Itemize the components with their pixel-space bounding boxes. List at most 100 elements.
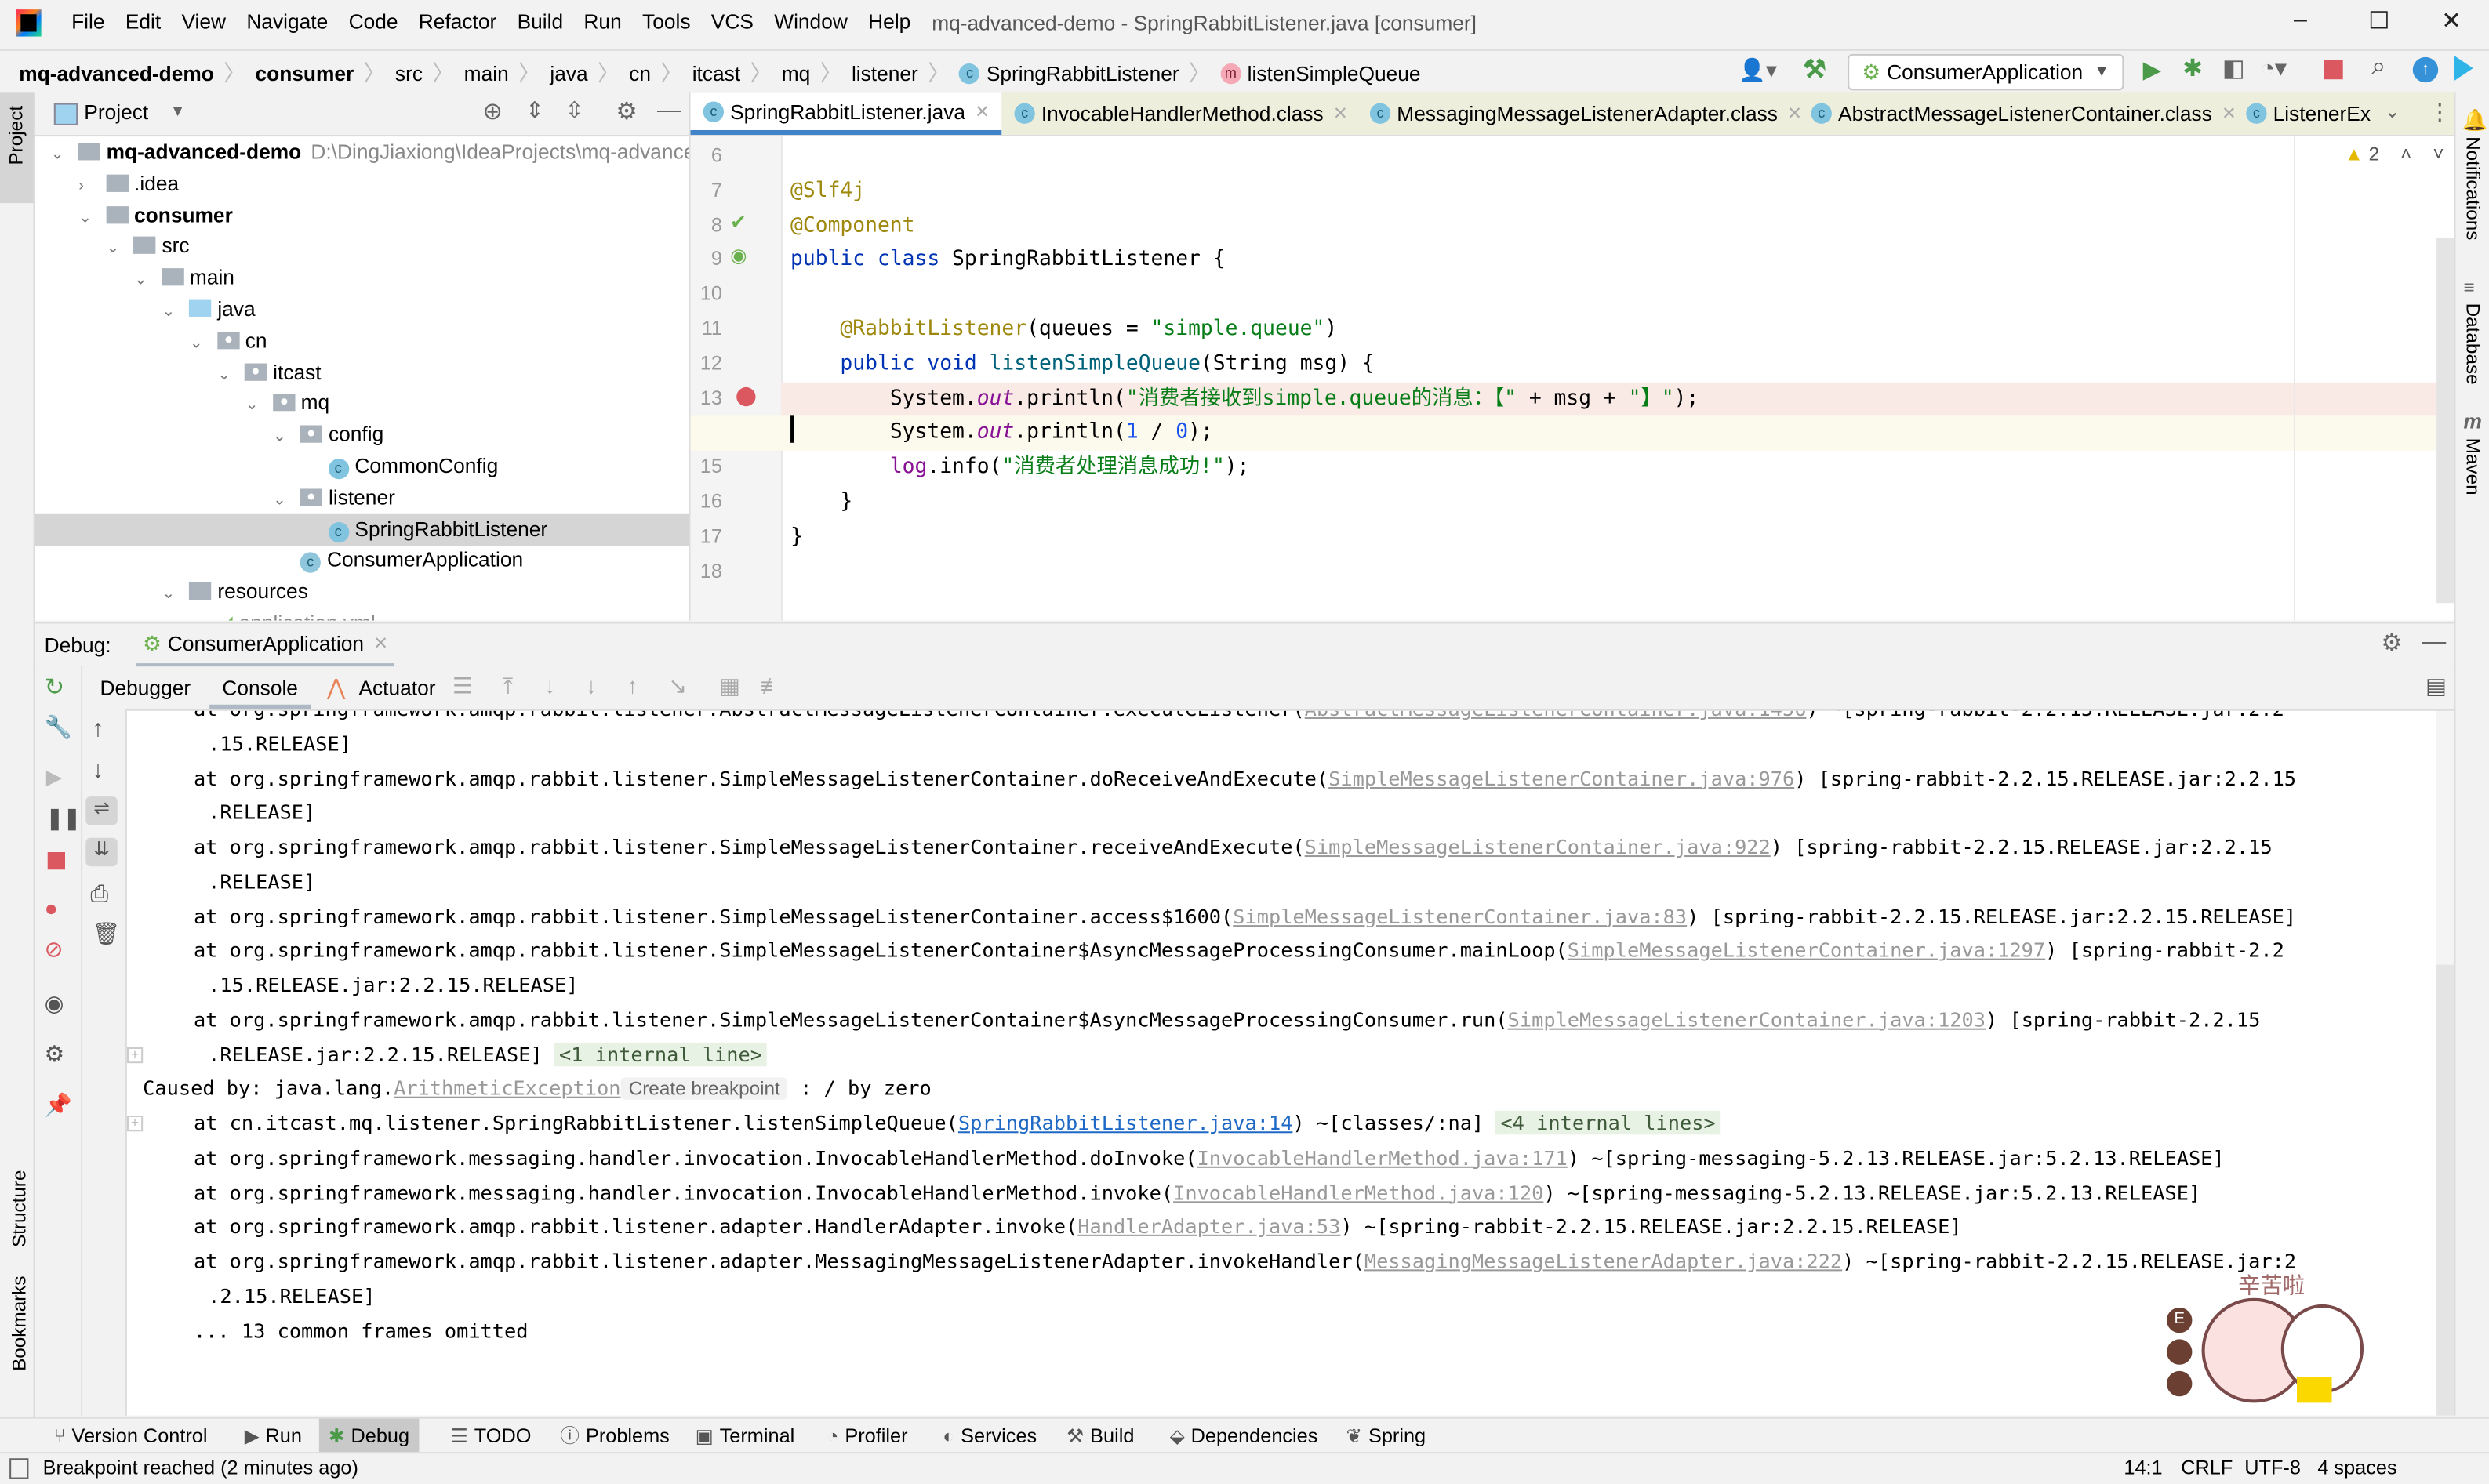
chevron-down-icon[interactable]: ⌄ [190,328,209,360]
line-number[interactable]: 10 [691,283,722,305]
tab-console[interactable]: Console [209,666,311,709]
breadcrumb-item[interactable]: itcast 〉 [692,57,782,89]
scroll-to-end-icon[interactable]: ⇊ [85,837,118,867]
menu-file[interactable]: File [71,9,104,33]
source-link[interactable]: SimpleMessageListenerContainer.java:1203 [1508,1007,1986,1031]
close-button[interactable]: ✕ [2441,6,2461,34]
maven-tool-label[interactable]: Maven [2462,438,2484,495]
notifications-bell-icon[interactable]: 🔔 [2462,108,2488,133]
coverage-icon[interactable]: ◧ [2222,54,2245,82]
tool-window-terminal[interactable]: ▣ Terminal [685,1419,804,1454]
breadcrumb-item[interactable]: m listenSimpleQueue [1220,61,1421,85]
console-scrollbar-thumb[interactable] [2436,964,2454,1416]
tree-item[interactable]: ⌄ resources [35,576,689,608]
chevron-down-icon[interactable]: ⌄ [273,485,292,517]
menu-tools[interactable]: Tools [642,9,690,33]
internal-lines-fold[interactable]: <4 internal lines> [1495,1111,1720,1135]
profile-icon[interactable]: ◔▾ [2260,54,2287,82]
chevron-down-icon[interactable]: ⌄ [134,265,153,296]
debug-session-tab[interactable]: ⚙ ConsumerApplication ✕ [136,624,394,669]
line-number[interactable]: 8 [691,213,722,235]
debug-icon[interactable]: ✱ [2182,54,2202,82]
line-number[interactable]: 7 [691,179,722,201]
source-link[interactable]: SimpleMessageListenerContainer.java:1297 [1568,938,2045,962]
settings-icon[interactable]: ⚙ [45,1041,64,1068]
tool-window-debug[interactable]: ✱ Debug [318,1418,420,1454]
search-icon[interactable]: ⌕ [2371,54,2385,82]
close-icon[interactable]: ✕ [373,633,388,654]
editor-gutter[interactable]: 6789101112131415161718 [690,136,783,621]
source-link[interactable]: SimpleMessageListenerContainer.java:83 [1233,904,1687,927]
editor-scrollbar[interactable] [2436,238,2454,604]
menu-navigate[interactable]: Navigate [246,9,328,33]
file-encoding[interactable]: UTF-8 [2244,1457,2301,1479]
tree-item[interactable]: ⌄ java [35,293,689,325]
project-view-select[interactable]: Project [84,100,148,124]
gear-icon[interactable]: ⚙ [2381,629,2402,657]
soft-wrap-icon[interactable]: ⇌ [85,796,118,825]
tree-item[interactable]: ⌄ mq [35,388,689,419]
modify-run-config-icon[interactable]: 🔧 [45,714,72,741]
tool-window-version-control[interactable]: ⑂ Version Control [45,1419,217,1454]
source-link[interactable]: ArithmeticException [394,1076,620,1100]
indent-setting[interactable]: 4 spaces [2317,1457,2396,1479]
source-link[interactable]: SimpleMessageListenerContainer.java:976 [1328,766,1794,789]
threads-icon[interactable]: ☰ [452,673,472,699]
menu-run[interactable]: Run [583,9,621,33]
chevron-right-icon[interactable]: › [78,171,97,202]
prev-highlight-icon[interactable]: ˄ [2400,143,2411,165]
line-number[interactable]: 9 [691,249,722,270]
console-scrollbar[interactable] [2436,710,2454,1416]
tab-debugger[interactable]: Debugger [100,676,191,699]
bookmarks-tool-label[interactable]: Bookmarks [8,1275,30,1371]
close-tab-icon[interactable]: ✕ [1333,103,1348,124]
maximize-button[interactable]: ☐ [2368,6,2389,34]
menu-window[interactable]: Window [774,9,848,33]
chevron-down-icon[interactable]: ⌄ [107,234,125,265]
source-link[interactable]: SpringRabbitListener.java:14 [958,1111,1293,1134]
tree-item[interactable]: ⌄ itcast [35,357,689,388]
update-icon[interactable]: ↑ [2412,56,2439,83]
tree-item[interactable]: ⌄ main [35,262,689,293]
create-breakpoint-button[interactable]: Create breakpoint [620,1077,788,1101]
tree-item[interactable]: ⌄ listener [35,482,689,513]
breadcrumb-item[interactable]: main 〉 [464,57,550,89]
tab-actuator[interactable]: Actuator [358,676,435,699]
source-link[interactable]: InvocableHandlerMethod.java:120 [1173,1180,1543,1203]
tree-item[interactable]: ⌄ consumer [35,199,689,230]
minimize-button[interactable]: – [2294,6,2307,33]
chevron-down-icon[interactable]: ⌄ [78,202,97,234]
chevron-down-icon[interactable]: ⌄ [51,140,70,171]
source-link[interactable]: SimpleMessageListenerContainer.java:922 [1305,835,1771,858]
run-icon[interactable]: ▶ [2143,56,2161,84]
build-hammer-icon[interactable]: ⚒ [1803,54,1826,85]
pause-icon[interactable]: ❚❚ [46,806,81,831]
editor-tab[interactable]: c MessagingMessageListenerAdapter.class ✕ [1357,92,1815,135]
hide-panel-icon[interactable]: — [657,96,681,123]
line-number[interactable]: 16 [691,490,722,512]
menu-code[interactable]: Code [349,9,398,33]
tree-item[interactable]: c CommonConfig [35,451,689,482]
source-link[interactable]: MessagingMessageListenerAdapter.java:222 [1364,1249,1842,1272]
line-number[interactable]: 15 [691,455,722,477]
toolbox-icon[interactable] [2454,55,2473,82]
project-tool-tab[interactable]: Project [0,92,34,204]
chevron-down-icon[interactable]: ⌄ [162,579,180,611]
tool-window-dependencies[interactable]: ⬙ Dependencies [1161,1419,1328,1454]
locate-icon[interactable]: ⊕ [482,96,502,125]
line-number[interactable]: 12 [691,352,722,374]
chevron-down-icon[interactable]: ▼ [170,103,186,121]
notifications-tool-label[interactable]: Notifications [2462,136,2484,240]
source-link[interactable]: AbstractMessageListenerContainer.java:14… [1305,711,1807,720]
vcs-user-icon[interactable]: 👤▾ [1738,57,1777,84]
breadcrumb-item[interactable]: java 〉 [550,57,629,89]
mute-breakpoints-icon[interactable]: ⊘ [45,936,64,963]
tree-item[interactable]: ⌄ cn [35,325,689,357]
tool-window-run[interactable]: ▶ Run [235,1419,312,1454]
tool-window-problems[interactable]: ⓘ Problems [550,1419,679,1454]
structure-tool-label[interactable]: Structure [8,1170,30,1247]
step-out-icon[interactable]: ↑ [627,673,638,698]
hide-panel-icon[interactable]: — [2422,629,2446,655]
menu-view[interactable]: View [181,9,226,33]
internal-lines-fold[interactable]: <1 internal line> [554,1041,768,1066]
